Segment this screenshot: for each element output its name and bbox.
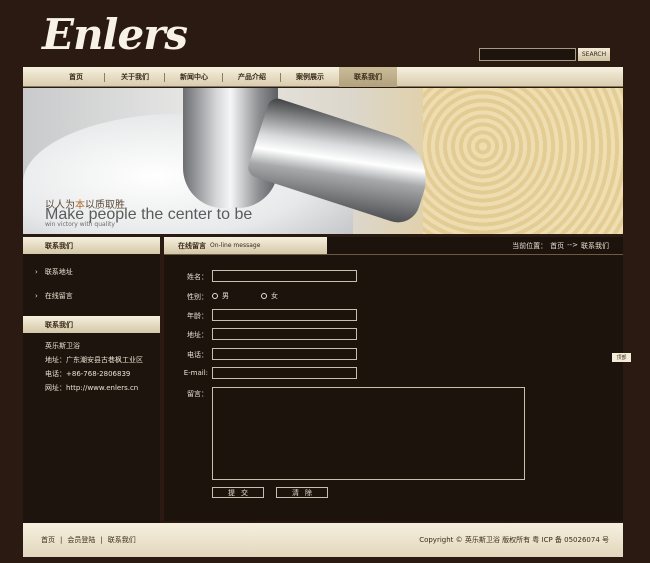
message-label: 留言： <box>187 390 208 398</box>
sidebar: 联系我们 › 联系地址 › 在线留言 联系我们 英乐斯卫浴 地址：广东潮安县古巷… <box>23 237 160 535</box>
nav-item-about[interactable]: 关于我们 <box>105 67 165 87</box>
footer: 首页 | 会员登陆 | 联系我们 Copyright © 英乐斯卫浴 版权所有 … <box>23 523 623 557</box>
hero-banner: 以人为本以质取胜 Make people the center to be wi… <box>23 88 623 234</box>
search-bar: SEARCH <box>479 48 610 61</box>
gender-female-label: 女 <box>271 292 278 300</box>
name-label: 姓名： <box>187 273 208 281</box>
breadcrumb-prefix: 当前位置： <box>512 242 548 250</box>
nav-item-contact[interactable]: 联系我们 <box>339 66 397 87</box>
contact-phone: 电话：+86-768-2806839 <box>45 370 131 378</box>
search-button[interactable]: SEARCH <box>578 48 610 61</box>
age-label: 年龄： <box>187 312 208 320</box>
footer-separator: | <box>60 536 63 544</box>
clear-button[interactable]: 清除 <box>276 487 328 498</box>
gender-male-label: 男 <box>222 292 229 300</box>
section-tab: 在线留言 On-line message <box>164 237 327 254</box>
email-label: E-mail: <box>183 369 208 377</box>
contact-info: 英乐斯卫浴 地址：广东潮安县古巷枫工业区 电话：+86-768-2806839 … <box>23 333 160 535</box>
footer-links: 首页 | 会员登陆 | 联系我们 <box>41 535 136 545</box>
back-to-top-button[interactable]: 顶部 <box>612 353 631 362</box>
breadcrumb-current: 联系我们 <box>581 242 609 250</box>
contact-address: 地址：广东潮安县古巷枫工业区 <box>45 356 143 364</box>
banner-slogan-small: win victory with quality <box>45 221 115 228</box>
sidebar-item-label: 在线留言 <box>44 292 73 300</box>
address-field[interactable] <box>212 328 357 340</box>
address-label: 地址： <box>187 331 208 339</box>
section-subtitle: On-line message <box>210 242 261 249</box>
gender-female-radio[interactable] <box>261 293 267 299</box>
breadcrumb-home[interactable]: 首页 <box>550 241 564 251</box>
arrow-right-icon: › <box>35 268 38 276</box>
footer-copyright: Copyright © 英乐斯卫浴 版权所有 粤 ICP 备 05026074 … <box>419 536 609 544</box>
phone-field[interactable] <box>212 348 357 360</box>
nav-item-news[interactable]: 新闻中心 <box>165 67 223 87</box>
footer-link-contact[interactable]: 联系我们 <box>108 535 136 545</box>
sidebar-item-message[interactable]: › 在线留言 <box>23 284 160 308</box>
message-textarea[interactable] <box>212 387 525 480</box>
sidebar-menu: › 联系地址 › 在线留言 <box>23 254 160 316</box>
footer-link-login[interactable]: 会员登陆 <box>67 535 95 545</box>
footer-link-home[interactable]: 首页 <box>41 535 55 545</box>
submit-button[interactable]: 提交 <box>212 487 264 498</box>
section-title: 在线留言 <box>178 241 206 250</box>
footer-separator: | <box>100 536 103 544</box>
main-nav: 首页 关于我们 新闻中心 产品介绍 案例展示 联系我们 <box>23 66 623 87</box>
name-field[interactable] <box>212 270 357 282</box>
breadcrumb-arrow: --> <box>567 241 578 249</box>
search-input[interactable] <box>479 48 576 61</box>
gender-male-radio[interactable] <box>212 293 218 299</box>
site-logo[interactable]: Enlers <box>42 14 188 56</box>
contact-website: 网址：http://www.enlers.cn <box>45 384 139 392</box>
nav-item-home[interactable]: 首页 <box>47 67 105 87</box>
nav-item-cases[interactable]: 案例展示 <box>281 67 339 87</box>
phone-label: 电话： <box>187 351 208 359</box>
banner-towel-image <box>423 88 623 234</box>
sidebar-menu-title: 联系我们 <box>23 237 160 254</box>
arrow-right-icon: › <box>35 292 38 300</box>
section-divider <box>164 254 623 255</box>
main-content: 在线留言 On-line message 当前位置： 首页 --> 联系我们 姓… <box>164 237 623 521</box>
gender-options: 男 女 <box>212 291 306 301</box>
contact-company: 英乐斯卫浴 <box>45 342 80 350</box>
age-field[interactable] <box>212 309 357 321</box>
breadcrumb: 当前位置： 首页 --> 联系我们 <box>512 241 609 251</box>
nav-item-products[interactable]: 产品介绍 <box>223 67 281 87</box>
sidebar-contact-title: 联系我们 <box>23 316 160 333</box>
gender-label: 性别： <box>187 293 208 301</box>
sidebar-item-label: 联系地址 <box>44 268 73 276</box>
email-field[interactable] <box>212 367 357 379</box>
sidebar-item-address[interactable]: › 联系地址 <box>23 260 160 284</box>
